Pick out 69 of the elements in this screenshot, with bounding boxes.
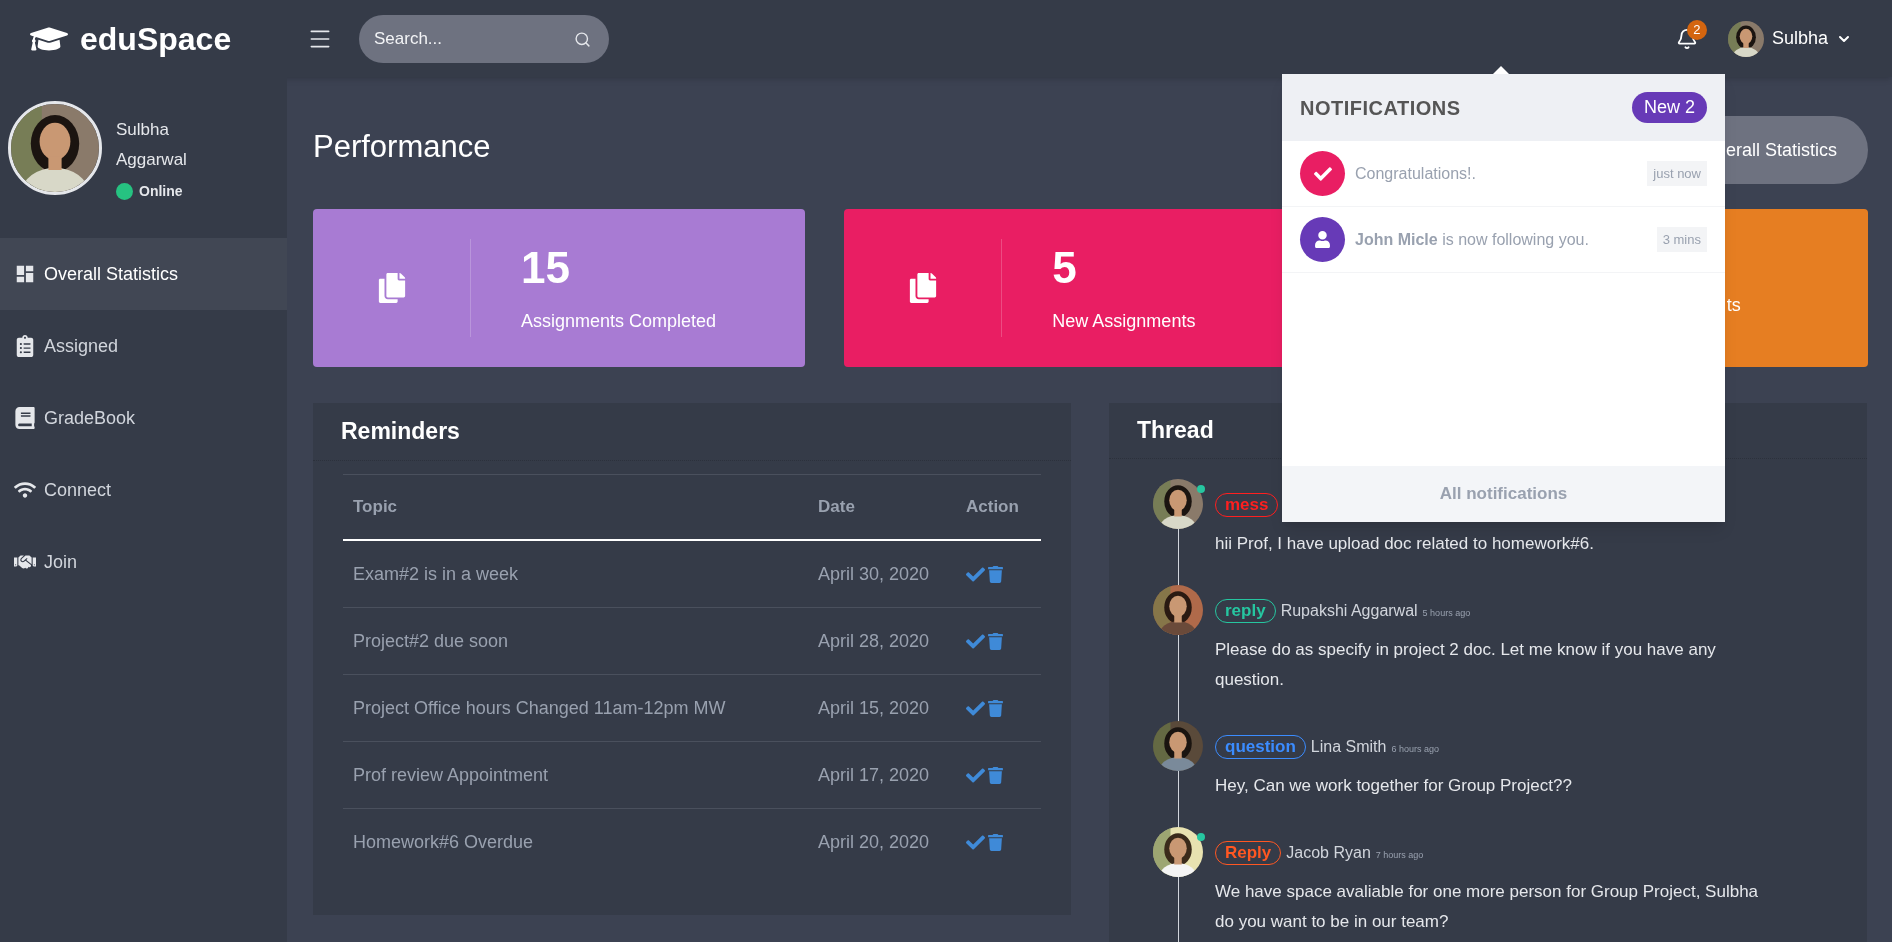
check-icon[interactable] <box>966 564 985 584</box>
notification-count: 2 <box>1686 19 1707 40</box>
table-cell-text: April 30, 2020 <box>818 562 931 586</box>
message-time: 6 hours ago <box>1391 742 1439 756</box>
dropdown-pointer <box>1493 66 1509 74</box>
sidebar-item[interactable]: Assigned <box>0 310 287 382</box>
notification-time: 3 mins <box>1656 226 1707 253</box>
table-cell-text: April 17, 2020 <box>818 763 931 787</box>
stat-label: Assignments Completed <box>521 309 717 333</box>
check-icon[interactable] <box>966 765 985 785</box>
table-cell-text: April 28, 2020 <box>818 629 931 653</box>
table-cell-text: Prof review Appointment <box>353 763 550 787</box>
trash-icon[interactable] <box>987 565 1004 583</box>
profile-name: Sulbha Aggarwal <box>116 119 188 171</box>
table-cell-text: April 20, 2020 <box>818 831 931 854</box>
table-cell-text: Project#2 due soon <box>353 629 510 653</box>
message-time: 5 hours ago <box>1422 606 1471 620</box>
notification-time: just now <box>1647 160 1707 187</box>
page-title: Performance <box>313 127 491 166</box>
overall-statistics-button[interactable]: erall Statistics <box>1725 116 1868 184</box>
trash-icon[interactable] <box>987 699 1004 717</box>
book-icon <box>14 407 36 429</box>
message-text: Please do as specify in project 2 doc. Let me know if you have any question. <box>1215 639 1717 691</box>
trash-icon[interactable] <box>987 766 1004 784</box>
table-cell-text: April 15, 2020 <box>818 696 931 720</box>
column-header: Date <box>818 496 856 519</box>
check-icon <box>1300 151 1345 196</box>
table-cell-text: Homework#6 Overdue <box>353 831 535 854</box>
check-icon[interactable] <box>966 833 985 852</box>
stat-value: 5 <box>1052 241 1078 294</box>
search-field[interactable]: Search... <box>359 14 609 63</box>
dashboard-icon <box>14 263 36 285</box>
author-name: Rupakshi Aggarwal <box>1280 601 1418 621</box>
clipboard-icon <box>14 335 36 357</box>
search-icon[interactable] <box>574 30 591 48</box>
notification-text: John Micle is now following you. <box>1355 229 1590 250</box>
documents-icon <box>907 273 938 303</box>
notification-bell-icon[interactable] <box>1675 27 1698 50</box>
stat-label: New Assignments <box>1052 309 1196 333</box>
sidebar-item[interactable]: Overall Statistics <box>0 238 287 310</box>
status-text: Online <box>139 182 183 201</box>
table-cell-text: Project Office hours Changed 11am-12pm MW <box>353 696 727 720</box>
message-text: We have space avaliable for one more person for Group Project, Sulbha do you want to be in our team? <box>1215 881 1760 933</box>
notification-text: Congratulations!. <box>1355 163 1477 184</box>
card-title: Thread <box>1137 416 1214 446</box>
column-header: Topic <box>353 496 399 519</box>
message-time: 7 hours ago <box>1375 848 1424 862</box>
user-icon <box>1300 217 1345 262</box>
stat-label: ts <box>1725 293 1741 317</box>
trash-icon[interactable] <box>987 834 1004 851</box>
sidebar-item[interactable]: GradeBook <box>0 382 287 454</box>
dropdown-title: NOTIFICATIONS <box>1300 95 1461 121</box>
check-icon[interactable] <box>966 698 985 718</box>
message-text: hii Prof, I have upload doc related to homework#6. <box>1215 533 1595 555</box>
logo: eduSpace <box>80 19 232 59</box>
author-name: Lina Smith <box>1310 737 1387 757</box>
trash-icon[interactable] <box>987 632 1004 650</box>
author-name: Jacob Ryan <box>1286 843 1371 863</box>
card-title: Reminders <box>341 417 460 447</box>
sidebar-item[interactable]: Join <box>0 526 287 598</box>
stat-value: 15 <box>521 241 571 294</box>
new-badge: New 2 <box>1631 92 1707 123</box>
column-header: Action <box>966 496 1020 519</box>
sidebar-item[interactable]: Connect <box>0 454 287 526</box>
check-icon[interactable] <box>966 631 985 651</box>
table-cell-text: Exam#2 is in a week <box>353 562 520 586</box>
user-name[interactable]: Sulbha <box>1771 25 1828 52</box>
message-text: Hey, Can we work together for Group Project?? <box>1215 775 1573 797</box>
documents-icon <box>376 273 407 303</box>
